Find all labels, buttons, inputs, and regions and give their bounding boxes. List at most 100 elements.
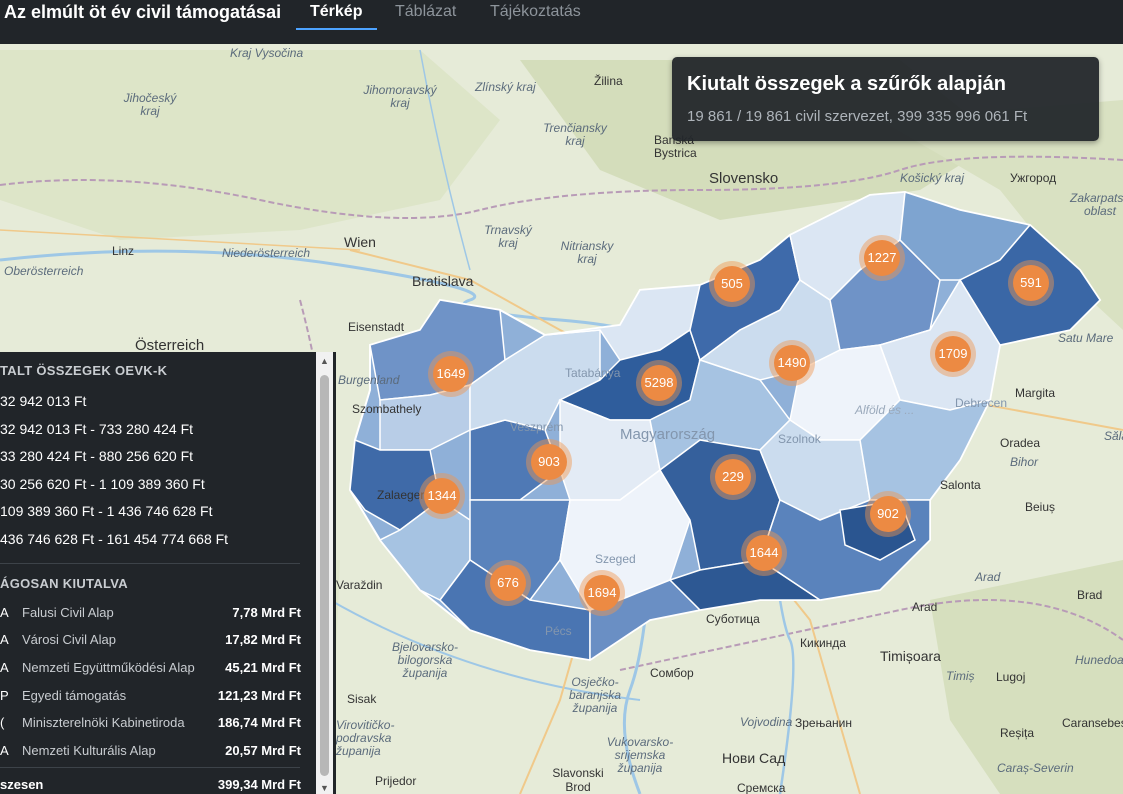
city-label: Caransebeș [1062,716,1123,730]
city-label: Суботица [706,612,760,626]
map-cluster-marker[interactable]: 1644 [741,530,787,576]
city-label: Ужгород [1010,171,1057,185]
scrollbar-thumb[interactable] [320,375,329,776]
region-label: Virovitičko-podravska županija [336,718,395,758]
region-label: Osječko-baranjska županija [568,675,622,715]
city-label: Sisak [347,692,377,706]
map-cluster-marker[interactable]: 1694 [579,570,625,616]
city-label: Beiuș [1025,500,1056,514]
map-cluster-marker[interactable]: 591 [1008,260,1054,306]
top-navbar: Az elmúlt öt év civil támogatásai Térkép… [0,0,1123,44]
region-label: Kraj Vysočina [230,46,304,60]
scroll-up-icon[interactable]: ▲ [320,356,329,366]
cluster-count: 1709 [935,336,971,372]
city-label: Кикинда [800,636,846,650]
city-label: Szeged [595,552,636,566]
fund-code: P [0,688,9,703]
map-cluster-marker[interactable]: 676 [485,560,531,606]
tab-map[interactable]: Térkép [310,3,362,21]
legend-divider [0,767,300,768]
fund-amount: 7,78 Mrd Ft [232,605,301,620]
country-label: Magyarország [620,426,716,443]
city-label: Нови Сад [722,750,786,766]
map-cluster-marker[interactable]: 1344 [419,473,465,519]
city-label: Timișoara [880,648,941,664]
city-label: Сомбор [650,666,694,680]
city-label: Žilina [594,74,623,88]
city-label: Margita [1015,386,1056,400]
legend-total-amount: 399,34 Mrd Ft [217,777,301,792]
city-label: Linz [112,244,135,258]
region-label: Košický kraj [900,171,965,185]
city-label: Slavonski Brod [552,766,604,794]
city-label: Wien [344,234,376,250]
city-label: Varaždin [336,578,383,592]
map-cluster-marker[interactable]: 1490 [769,340,815,386]
city-label: Зрењанин [795,716,852,730]
map-cluster-marker[interactable]: 902 [865,491,911,537]
map-cluster-marker[interactable]: 229 [710,454,756,500]
scroll-down-icon[interactable]: ▼ [320,783,329,793]
cluster-count: 1227 [864,240,900,276]
info-subtitle: 19 861 / 19 861 civil szervezet, 399 335… [687,108,1028,125]
fund-name: Nemzeti Kulturális Alap [22,743,156,758]
region-label: Zakarpatska oblast [1070,191,1123,218]
fund-amount: 45,21 Mrd Ft [225,660,301,675]
region-label: Trenčiansky kraj [543,121,607,148]
cluster-count: 1649 [433,356,469,392]
tab-table[interactable]: Táblázat [395,3,456,21]
legend-panel[interactable]: TALT ÖSSZEGEK OEVK-K 32 942 013 Ft 32 94… [0,352,336,794]
region-label: Niederösterreich [222,246,311,260]
legend-range-item: 33 280 424 Ft - 880 256 620 Ft [0,448,194,464]
city-label: Eisenstadt [348,320,405,334]
region-label: Vukovarsko-srijemska županija [606,735,674,775]
city-label: Veszprém [510,420,564,434]
map-cluster-marker[interactable]: 903 [526,439,572,485]
fund-name: Városi Civil Alap [22,632,116,647]
map-cluster-marker[interactable]: 1649 [428,351,474,397]
region-label: Sălaj [1104,429,1123,443]
cluster-count: 902 [870,496,906,532]
cluster-count: 1344 [424,478,460,514]
map-cluster-marker[interactable]: 1709 [930,331,976,377]
fund-code: ( [0,715,5,730]
fund-code: A [0,605,9,620]
fund-code: A [0,660,9,675]
legend-range-item: 436 746 628 Ft - 161 454 774 668 Ft [0,531,229,547]
legend-divider [0,563,300,564]
fund-name: Falusi Civil Alap [22,605,114,620]
fund-amount: 17,82 Mrd Ft [225,632,301,647]
region-label: Jihomoravský kraj [363,83,437,110]
cluster-count: 505 [714,266,750,302]
region-label: Trnavský kraj [484,223,532,250]
cluster-count: 5298 [641,365,677,401]
region-label: Arad [975,570,1001,584]
city-label: Salonta [940,478,981,492]
fund-amount: 121,23 Mrd Ft [217,688,301,703]
cluster-count: 1694 [584,575,620,611]
region-label: Alföld és ... [855,403,915,417]
tab-info[interactable]: Tájékoztatás [490,3,581,21]
region-label: Nitriansky kraj [560,239,614,266]
fund-amount: 186,74 Mrd Ft [217,715,301,730]
legend-range-item: 30 256 620 Ft - 1 109 389 360 Ft [0,476,205,492]
legend-range-item: 32 942 013 Ft - 733 280 424 Ft [0,421,194,437]
cluster-count: 229 [715,459,751,495]
city-label: Szolnok [778,432,821,446]
map-cluster-marker[interactable]: 505 [709,261,755,307]
city-label: Oradea [1000,436,1041,450]
map-cluster-marker[interactable]: 5298 [636,360,682,406]
fund-code: A [0,743,9,758]
summary-info-box: Kiutalt összegek a szűrők alapján 19 861… [672,57,1099,141]
fund-code: A [0,632,9,647]
region-label: Zlínský kraj [475,80,536,94]
map-cluster-marker[interactable]: 1227 [859,235,905,281]
legend-funds-title: ÁGOSAN KIUTALVA [0,576,128,591]
region-label: Oberösterreich [4,264,84,278]
country-label: Slovensko [709,170,779,187]
cluster-count: 676 [490,565,526,601]
legend-range-item: 109 389 360 Ft - 1 436 746 628 Ft [0,503,213,519]
info-title: Kiutalt összegek a szűrők alapján [687,73,1006,95]
city-label: Сремска [737,781,786,794]
legend-total-label: szesen [0,777,44,792]
